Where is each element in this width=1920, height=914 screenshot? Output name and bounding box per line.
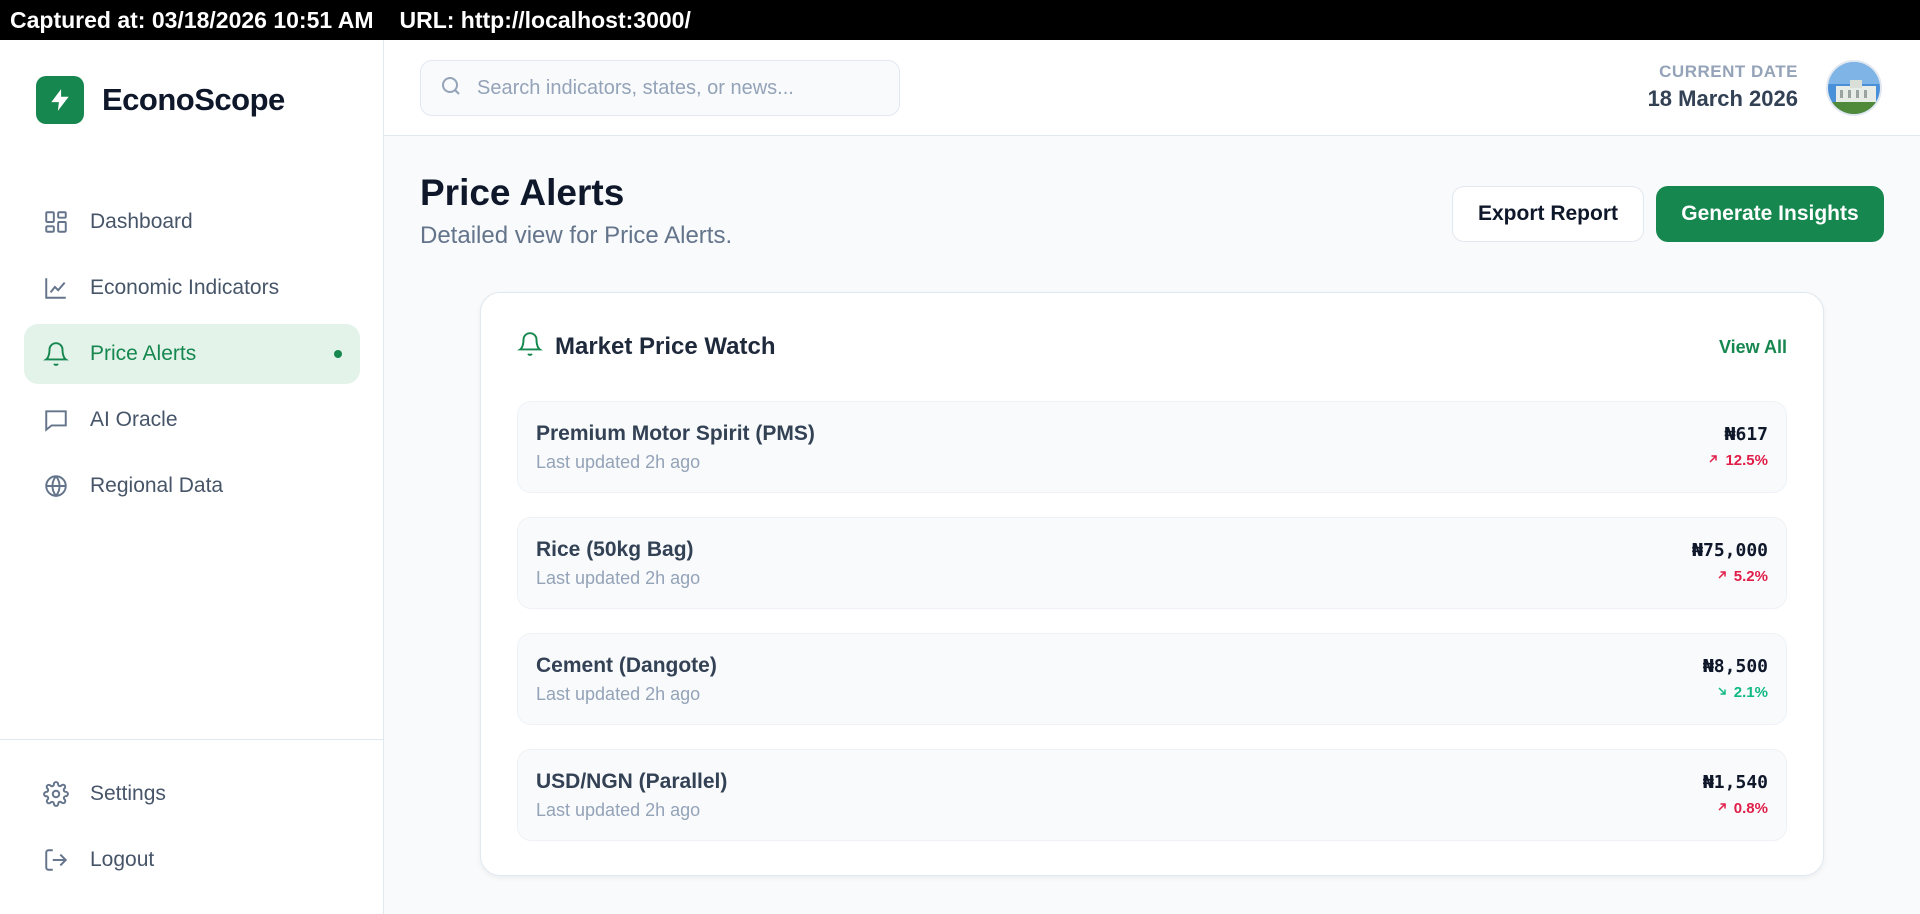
bell-icon <box>42 340 70 368</box>
item-change-value: 0.8% <box>1733 800 1768 817</box>
main-nav: Dashboard Economic Indicators Price Aler… <box>24 192 360 522</box>
item-updated: Last updated 2h ago <box>536 452 701 472</box>
sidebar-item-label: AI Oracle <box>90 408 178 431</box>
item-price: ₦8,500 <box>1702 656 1768 677</box>
message-icon <box>42 406 70 434</box>
item-change: 0.8% <box>1716 800 1768 817</box>
list-item[interactable]: USD/NGN (Parallel) Last updated 2h ago ₦… <box>517 749 1787 841</box>
sidebar: EconoScope Dashboard Economic Indicators… <box>0 40 384 914</box>
sidebar-item-ai-oracle[interactable]: AI Oracle <box>24 390 360 450</box>
avatar[interactable] <box>1826 60 1882 116</box>
sidebar-item-label: Economic Indicators <box>90 276 280 299</box>
page-title: Price Alerts <box>420 172 625 213</box>
list-item[interactable]: Cement (Dangote) Last updated 2h ago ₦8,… <box>517 633 1787 725</box>
list-item[interactable]: Premium Motor Spirit (PMS) Last updated … <box>517 401 1787 493</box>
item-price: ₦75,000 <box>1692 540 1768 561</box>
search-input[interactable] <box>477 76 877 100</box>
current-date: CURRENT DATE 18 March 2026 <box>1648 62 1798 112</box>
brand-name: EconoScope <box>102 82 285 117</box>
item-change: 2.1% <box>1716 684 1768 701</box>
globe-icon <box>42 472 70 500</box>
item-name: Rice (50kg Bag) <box>536 538 694 561</box>
sidebar-item-dashboard[interactable]: Dashboard <box>24 192 360 252</box>
logout-icon <box>42 846 70 874</box>
item-price: ₦617 <box>1724 424 1768 445</box>
price-list: Premium Motor Spirit (PMS) Last updated … <box>517 401 1787 865</box>
sidebar-item-economic-indicators[interactable]: Economic Indicators <box>24 258 360 318</box>
capture-url: URL: http://localhost:3000/ <box>399 6 691 33</box>
active-indicator-dot <box>334 350 342 358</box>
item-name: Cement (Dangote) <box>536 654 717 677</box>
current-date-label: CURRENT DATE <box>1659 62 1798 81</box>
item-name: USD/NGN (Parallel) <box>536 770 728 793</box>
dashboard-icon <box>42 208 70 236</box>
export-report-button[interactable]: Export Report <box>1452 186 1644 242</box>
arrow-up-right-icon <box>1716 568 1728 585</box>
sidebar-item-label: Logout <box>90 848 155 871</box>
list-item[interactable]: Rice (50kg Bag) Last updated 2h ago ₦75,… <box>517 517 1787 609</box>
line-chart-icon <box>42 274 70 302</box>
sidebar-item-label: Dashboard <box>90 210 193 233</box>
sidebar-item-label: Regional Data <box>90 474 224 497</box>
item-name: Premium Motor Spirit (PMS) <box>536 422 815 445</box>
item-updated: Last updated 2h ago <box>536 800 701 820</box>
card-header: Market Price Watch <box>517 331 776 362</box>
sidebar-item-regional-data[interactable]: Regional Data <box>24 456 360 516</box>
item-change: 5.2% <box>1716 568 1768 585</box>
search-icon <box>439 74 463 103</box>
bottom-nav: Settings Logout <box>24 764 360 896</box>
sidebar-item-price-alerts[interactable]: Price Alerts <box>24 324 360 384</box>
item-change-value: 2.1% <box>1733 684 1768 701</box>
sidebar-item-label: Price Alerts <box>90 342 197 365</box>
capture-timestamp: Captured at: 03/18/2026 10:51 AM <box>10 6 374 33</box>
generate-insights-button[interactable]: Generate Insights <box>1656 186 1884 242</box>
sidebar-item-settings[interactable]: Settings <box>24 764 360 824</box>
sidebar-divider <box>0 739 384 740</box>
gear-icon <box>42 780 70 808</box>
sidebar-item-logout[interactable]: Logout <box>24 830 360 890</box>
arrow-up-right-icon <box>1716 800 1728 817</box>
arrow-up-right-icon <box>1707 452 1719 469</box>
lightning-bolt-icon <box>36 76 84 124</box>
item-change: 12.5% <box>1707 452 1768 469</box>
search-box[interactable] <box>420 60 900 116</box>
bell-icon <box>517 331 543 362</box>
market-price-watch-card: Market Price Watch View All Premium Moto… <box>480 292 1824 876</box>
view-all-link[interactable]: View All <box>1719 337 1787 358</box>
card-title: Market Price Watch <box>555 332 776 360</box>
item-price: ₦1,540 <box>1702 772 1768 793</box>
page-subtitle: Detailed view for Price Alerts. <box>420 222 733 249</box>
current-date-value: 18 March 2026 <box>1647 86 1798 111</box>
sidebar-item-label: Settings <box>90 782 166 805</box>
arrow-down-right-icon <box>1716 684 1728 701</box>
item-updated: Last updated 2h ago <box>536 568 701 588</box>
brand[interactable]: EconoScope <box>36 76 285 124</box>
item-change-value: 5.2% <box>1733 568 1768 585</box>
top-bar: CURRENT DATE 18 March 2026 <box>384 40 1920 136</box>
item-updated: Last updated 2h ago <box>536 684 701 704</box>
capture-bar: Captured at: 03/18/2026 10:51 AM URL: ht… <box>0 0 1920 40</box>
item-change-value: 12.5% <box>1725 452 1768 469</box>
